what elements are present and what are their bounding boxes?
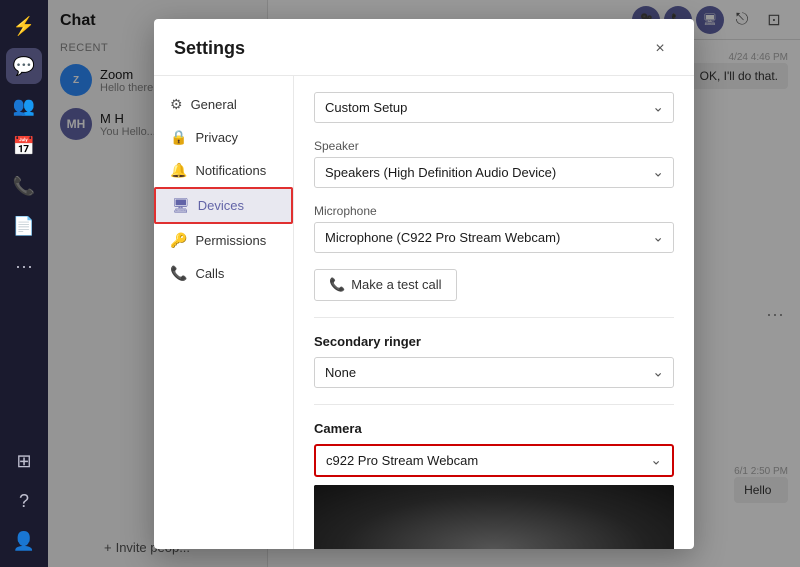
sidebar-item-files[interactable]: 📄 (6, 208, 42, 244)
microphone-group: Microphone Microphone (C922 Pro Stream W… (314, 204, 674, 253)
camera-preview: Preview (314, 485, 674, 549)
divider-2 (314, 404, 674, 405)
microphone-select-wrapper: Microphone (C922 Pro Stream Webcam)Defau… (314, 222, 674, 253)
settings-header: Settings × (154, 19, 694, 76)
nav-label-permissions: Permissions (195, 233, 266, 248)
modal-overlay: Settings × ⚙ General 🔒 Privacy 🔔 Notific… (48, 0, 800, 567)
nav-item-calls[interactable]: 📞 Calls (154, 257, 293, 290)
camera-select-wrapper: c922 Pro Stream WebcamDefault (314, 444, 674, 477)
key-icon: 🔑 (170, 232, 187, 249)
nav-label-calls: Calls (195, 266, 224, 281)
gear-icon: ⚙ (170, 96, 183, 113)
secondary-ringer-select[interactable]: NoneDefault (314, 357, 674, 388)
audio-device-group: Custom SetupDefault (314, 92, 674, 123)
secondary-ringer-group: Secondary ringer NoneDefault (314, 334, 674, 388)
test-call-button[interactable]: 📞 Make a test call (314, 269, 457, 301)
test-call-group: 📞 Make a test call (314, 269, 674, 301)
secondary-ringer-select-wrapper: NoneDefault (314, 357, 674, 388)
camera-select[interactable]: c922 Pro Stream WebcamDefault (316, 446, 672, 475)
sidebar: ⚡ 💬 👥 📅 📞 📄 ··· ⊞ ? 👤 (0, 0, 48, 567)
settings-body: ⚙ General 🔒 Privacy 🔔 Notifications 🖥 De… (154, 76, 694, 549)
settings-nav: ⚙ General 🔒 Privacy 🔔 Notifications 🖥 De… (154, 76, 294, 549)
sidebar-item-calendar[interactable]: 📅 (6, 128, 42, 164)
divider (314, 317, 674, 318)
test-call-label: Make a test call (351, 277, 441, 292)
secondary-ringer-heading: Secondary ringer (314, 334, 674, 349)
speaker-group: Speaker Speakers (High Definition Audio … (314, 139, 674, 188)
lock-icon: 🔒 (170, 129, 187, 146)
phone-icon: 📞 (170, 265, 187, 282)
close-button[interactable]: × (646, 35, 674, 63)
microphone-label: Microphone (314, 204, 674, 218)
audio-device-select[interactable]: Custom SetupDefault (314, 92, 674, 123)
phone-icon: 📞 (329, 277, 345, 293)
nav-item-notifications[interactable]: 🔔 Notifications (154, 154, 293, 187)
sidebar-item-user[interactable]: 👤 (6, 523, 42, 559)
settings-content: Custom SetupDefault Speaker Speakers (Hi… (294, 76, 694, 549)
settings-dialog: Settings × ⚙ General 🔒 Privacy 🔔 Notific… (154, 19, 694, 549)
nav-item-privacy[interactable]: 🔒 Privacy (154, 121, 293, 154)
camera-group: Camera c922 Pro Stream WebcamDefault Pre… (314, 421, 674, 549)
camera-heading: Camera (314, 421, 674, 436)
nav-item-devices[interactable]: 🖥 Devices (154, 187, 293, 224)
monitor-icon: 🖥 (172, 197, 190, 214)
speaker-select[interactable]: Speakers (High Definition Audio Device)D… (314, 157, 674, 188)
speaker-label: Speaker (314, 139, 674, 153)
microphone-select[interactable]: Microphone (C922 Pro Stream Webcam)Defau… (314, 222, 674, 253)
nav-item-general[interactable]: ⚙ General (154, 88, 293, 121)
sidebar-item-activity[interactable]: ⚡ (6, 8, 42, 44)
sidebar-item-teams[interactable]: 👥 (6, 88, 42, 124)
speaker-select-wrapper: Speakers (High Definition Audio Device)D… (314, 157, 674, 188)
sidebar-item-chat[interactable]: 💬 (6, 48, 42, 84)
bell-icon: 🔔 (170, 162, 187, 179)
nav-label-devices: Devices (198, 198, 244, 213)
settings-title: Settings (174, 38, 245, 59)
nav-label-notifications: Notifications (195, 163, 266, 178)
nav-label-privacy: Privacy (195, 130, 238, 145)
sidebar-item-apps[interactable]: ⊞ (6, 443, 42, 479)
sidebar-item-help[interactable]: ? (6, 483, 42, 519)
nav-label-general: General (191, 97, 237, 112)
sidebar-item-calls[interactable]: 📞 (6, 168, 42, 204)
nav-item-permissions[interactable]: 🔑 Permissions (154, 224, 293, 257)
audio-device-select-wrapper: Custom SetupDefault (314, 92, 674, 123)
sidebar-item-more[interactable]: ··· (6, 248, 42, 284)
